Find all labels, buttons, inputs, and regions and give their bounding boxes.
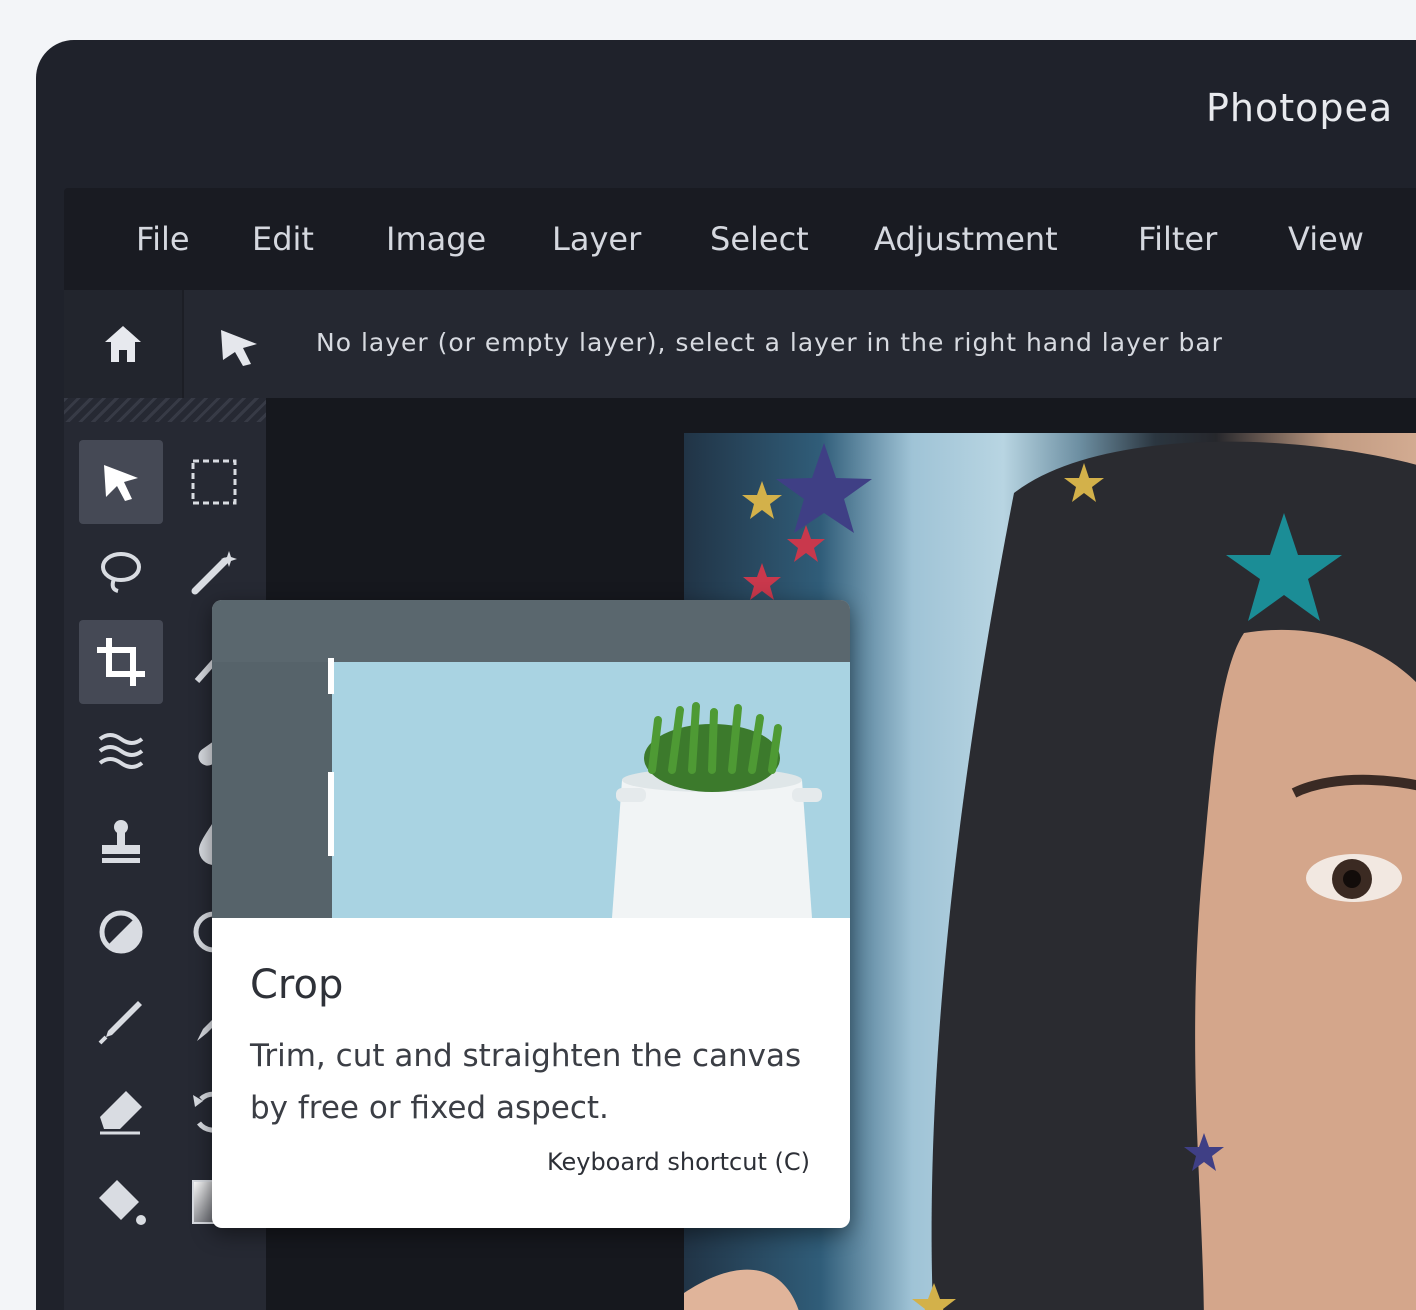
home-icon	[105, 326, 141, 362]
tooltip-shortcut: Keyboard shortcut (C)	[546, 1148, 810, 1176]
menu-view[interactable]: View	[1288, 220, 1364, 258]
marquee-select-icon	[191, 459, 237, 505]
content-aware-tool[interactable]	[79, 710, 163, 794]
tool-tooltip: Crop Trim, cut and straighten the canvas…	[212, 600, 850, 1228]
crop-preview-illustration	[212, 600, 850, 918]
status-message: No layer (or empty layer), select a laye…	[316, 328, 1223, 357]
window-title: Photopea	[1206, 86, 1394, 130]
magic-wand-icon	[191, 551, 237, 595]
options-bar: No layer (or empty layer), select a laye…	[64, 290, 1416, 398]
dodge-icon	[99, 910, 143, 954]
dodge-tool[interactable]	[79, 890, 163, 974]
paint-bucket-tool[interactable]	[79, 1160, 163, 1244]
brush-tool[interactable]	[79, 980, 163, 1064]
brush-icon	[98, 1001, 142, 1045]
menu-layer[interactable]: Layer	[552, 220, 641, 258]
crop-tool[interactable]	[79, 620, 163, 704]
tooltip-preview-image	[212, 600, 850, 918]
paint-bucket-icon	[99, 1180, 146, 1225]
stamp-tool[interactable]	[79, 800, 163, 884]
lasso-icon	[101, 552, 141, 593]
crop-icon	[97, 638, 145, 686]
menu-bar: File Edit Image Layer Select Adjustment …	[64, 188, 1416, 290]
menu-edit[interactable]: Edit	[252, 220, 314, 258]
content-aware-icon	[98, 733, 144, 769]
toolbox-grip[interactable]	[64, 398, 266, 422]
menu-image[interactable]: Image	[386, 220, 486, 258]
tooltip-title: Crop	[250, 962, 344, 1008]
move-tool[interactable]	[79, 440, 163, 524]
menu-select[interactable]: Select	[710, 220, 809, 258]
stamp-icon	[102, 820, 140, 863]
home-button[interactable]	[64, 290, 184, 398]
eraser-icon	[100, 1091, 142, 1135]
move-tool-options-icon	[221, 330, 257, 366]
menu-filter[interactable]: Filter	[1138, 220, 1217, 258]
move-tool-icon	[104, 465, 138, 501]
menu-file[interactable]: File	[136, 220, 190, 258]
eraser-tool[interactable]	[79, 1070, 163, 1154]
tooltip-description: Trim, cut and straighten the canvas by f…	[250, 1038, 802, 1126]
marquee-tool[interactable]	[172, 440, 256, 524]
lasso-tool[interactable]	[79, 530, 163, 614]
menu-adjustment[interactable]: Adjustment	[874, 220, 1058, 258]
